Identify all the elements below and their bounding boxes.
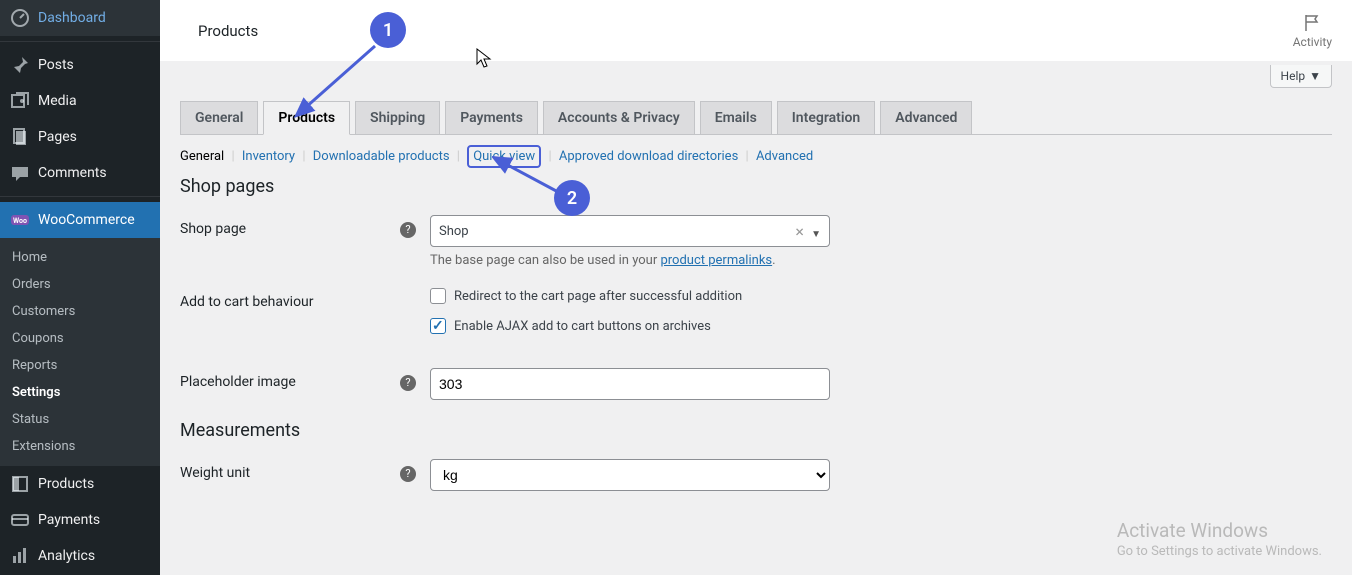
annotation-marker-1: 1 (370, 12, 406, 48)
clear-icon[interactable]: × (795, 222, 804, 241)
row-placeholder-image: Placeholder image ? (180, 368, 1332, 400)
menu-analytics[interactable]: Analytics (0, 538, 160, 574)
submenu-coupons[interactable]: Coupons (0, 325, 160, 352)
tab-emails[interactable]: Emails (700, 101, 772, 134)
help-tip-icon[interactable]: ? (400, 375, 416, 391)
menu-comments[interactable]: Comments (0, 155, 160, 191)
row-weight-unit: Weight unit ? kg (180, 459, 1332, 491)
page-title: Products (180, 22, 258, 40)
annotation-marker-2: 2 (554, 180, 590, 216)
submenu-status[interactable]: Status (0, 406, 160, 433)
admin-sidebar: Dashboard Posts Media Pages Comments Woo… (0, 0, 160, 575)
chevron-down-icon: ▼ (811, 229, 821, 240)
menu-label: WooCommerce (38, 212, 135, 228)
subnav-inventory[interactable]: Inventory (242, 149, 295, 164)
subnav-general[interactable]: General (180, 149, 224, 164)
products-icon (10, 474, 30, 494)
submenu-reports[interactable]: Reports (0, 352, 160, 379)
windows-watermark: Activate Windows Go to Settings to activ… (1117, 519, 1322, 559)
subnav-advanced[interactable]: Advanced (756, 149, 813, 164)
menu-label: Media (38, 93, 77, 109)
tab-accounts-privacy[interactable]: Accounts & Privacy (543, 101, 695, 134)
submenu-orders[interactable]: Orders (0, 271, 160, 298)
menu-label: Analytics (38, 548, 95, 564)
payments-icon (10, 510, 30, 530)
help-tip-icon[interactable]: ? (400, 222, 416, 238)
chevron-down-icon: ▼ (1309, 69, 1321, 83)
pin-icon (10, 55, 30, 75)
media-icon (10, 91, 30, 111)
analytics-icon (10, 546, 30, 566)
menu-label: Pages (38, 129, 77, 145)
dashboard-icon (10, 8, 30, 28)
row-add-to-cart: Add to cart behaviour Redirect to the ca… (180, 288, 1332, 348)
label-weight-unit: Weight unit (180, 459, 400, 481)
woocommerce-submenu: Home Orders Customers Coupons Reports Se… (0, 238, 160, 466)
submenu-customers[interactable]: Customers (0, 298, 160, 325)
label-add-to-cart: Add to cart behaviour (180, 288, 400, 310)
tab-integration[interactable]: Integration (777, 101, 875, 134)
activity-label: Activity (1293, 35, 1332, 49)
help-tip-icon[interactable]: ? (400, 466, 416, 482)
menu-label: Dashboard (38, 10, 106, 26)
checkbox-ajax-cart[interactable] (430, 318, 446, 334)
menu-label: Payments (38, 512, 100, 528)
menu-posts[interactable]: Posts (0, 47, 160, 83)
shop-page-select[interactable]: Shop × ▼ (430, 215, 830, 247)
submenu-extensions[interactable]: Extensions (0, 433, 160, 460)
shop-page-value: Shop (439, 224, 469, 239)
label-redirect-cart: Redirect to the cart page after successf… (454, 289, 742, 304)
pages-icon (10, 127, 30, 147)
menu-media[interactable]: Media (0, 83, 160, 119)
subnav-approved-download[interactable]: Approved download directories (559, 149, 738, 164)
section-shop-pages: Shop pages (180, 176, 1332, 197)
checkbox-redirect-cart[interactable] (430, 288, 446, 304)
flag-icon (1302, 13, 1322, 33)
annotation-arrow-1 (290, 36, 390, 126)
menu-woocommerce[interactable]: Woo WooCommerce (0, 202, 160, 238)
submenu-settings[interactable]: Settings (0, 379, 160, 406)
weight-unit-select[interactable]: kg (430, 459, 830, 491)
menu-label: Comments (38, 165, 107, 181)
shop-page-desc: The base page can also be used in your p… (430, 253, 1332, 268)
svg-text:Woo: Woo (13, 217, 27, 225)
placeholder-image-input[interactable] (430, 368, 830, 400)
menu-products[interactable]: Products (0, 466, 160, 502)
label-placeholder-image: Placeholder image (180, 368, 400, 390)
tab-advanced[interactable]: Advanced (880, 101, 972, 134)
product-permalinks-link[interactable]: product permalinks (660, 253, 772, 268)
menu-payments[interactable]: Payments (0, 502, 160, 538)
activity-button[interactable]: Activity (1293, 13, 1332, 49)
label-shop-page: Shop page (180, 215, 400, 237)
submenu-home[interactable]: Home (0, 244, 160, 271)
menu-label: Products (38, 476, 94, 492)
tab-general[interactable]: General (180, 101, 258, 134)
comments-icon (10, 163, 30, 183)
menu-pages[interactable]: Pages (0, 119, 160, 155)
label-ajax-cart: Enable AJAX add to cart buttons on archi… (454, 319, 711, 334)
menu-dashboard[interactable]: Dashboard (0, 0, 160, 36)
menu-label: Posts (38, 57, 74, 73)
subnav-downloadable[interactable]: Downloadable products (313, 149, 450, 164)
help-button[interactable]: Help ▼ (1270, 65, 1332, 88)
section-measurements: Measurements (180, 420, 1332, 441)
tab-payments[interactable]: Payments (445, 101, 538, 134)
row-shop-page: Shop page ? Shop × ▼ The base page can a… (180, 215, 1332, 268)
help-label: Help (1281, 69, 1306, 83)
woocommerce-icon: Woo (10, 210, 30, 230)
products-subnav: General | Inventory | Downloadable produ… (180, 149, 1332, 164)
